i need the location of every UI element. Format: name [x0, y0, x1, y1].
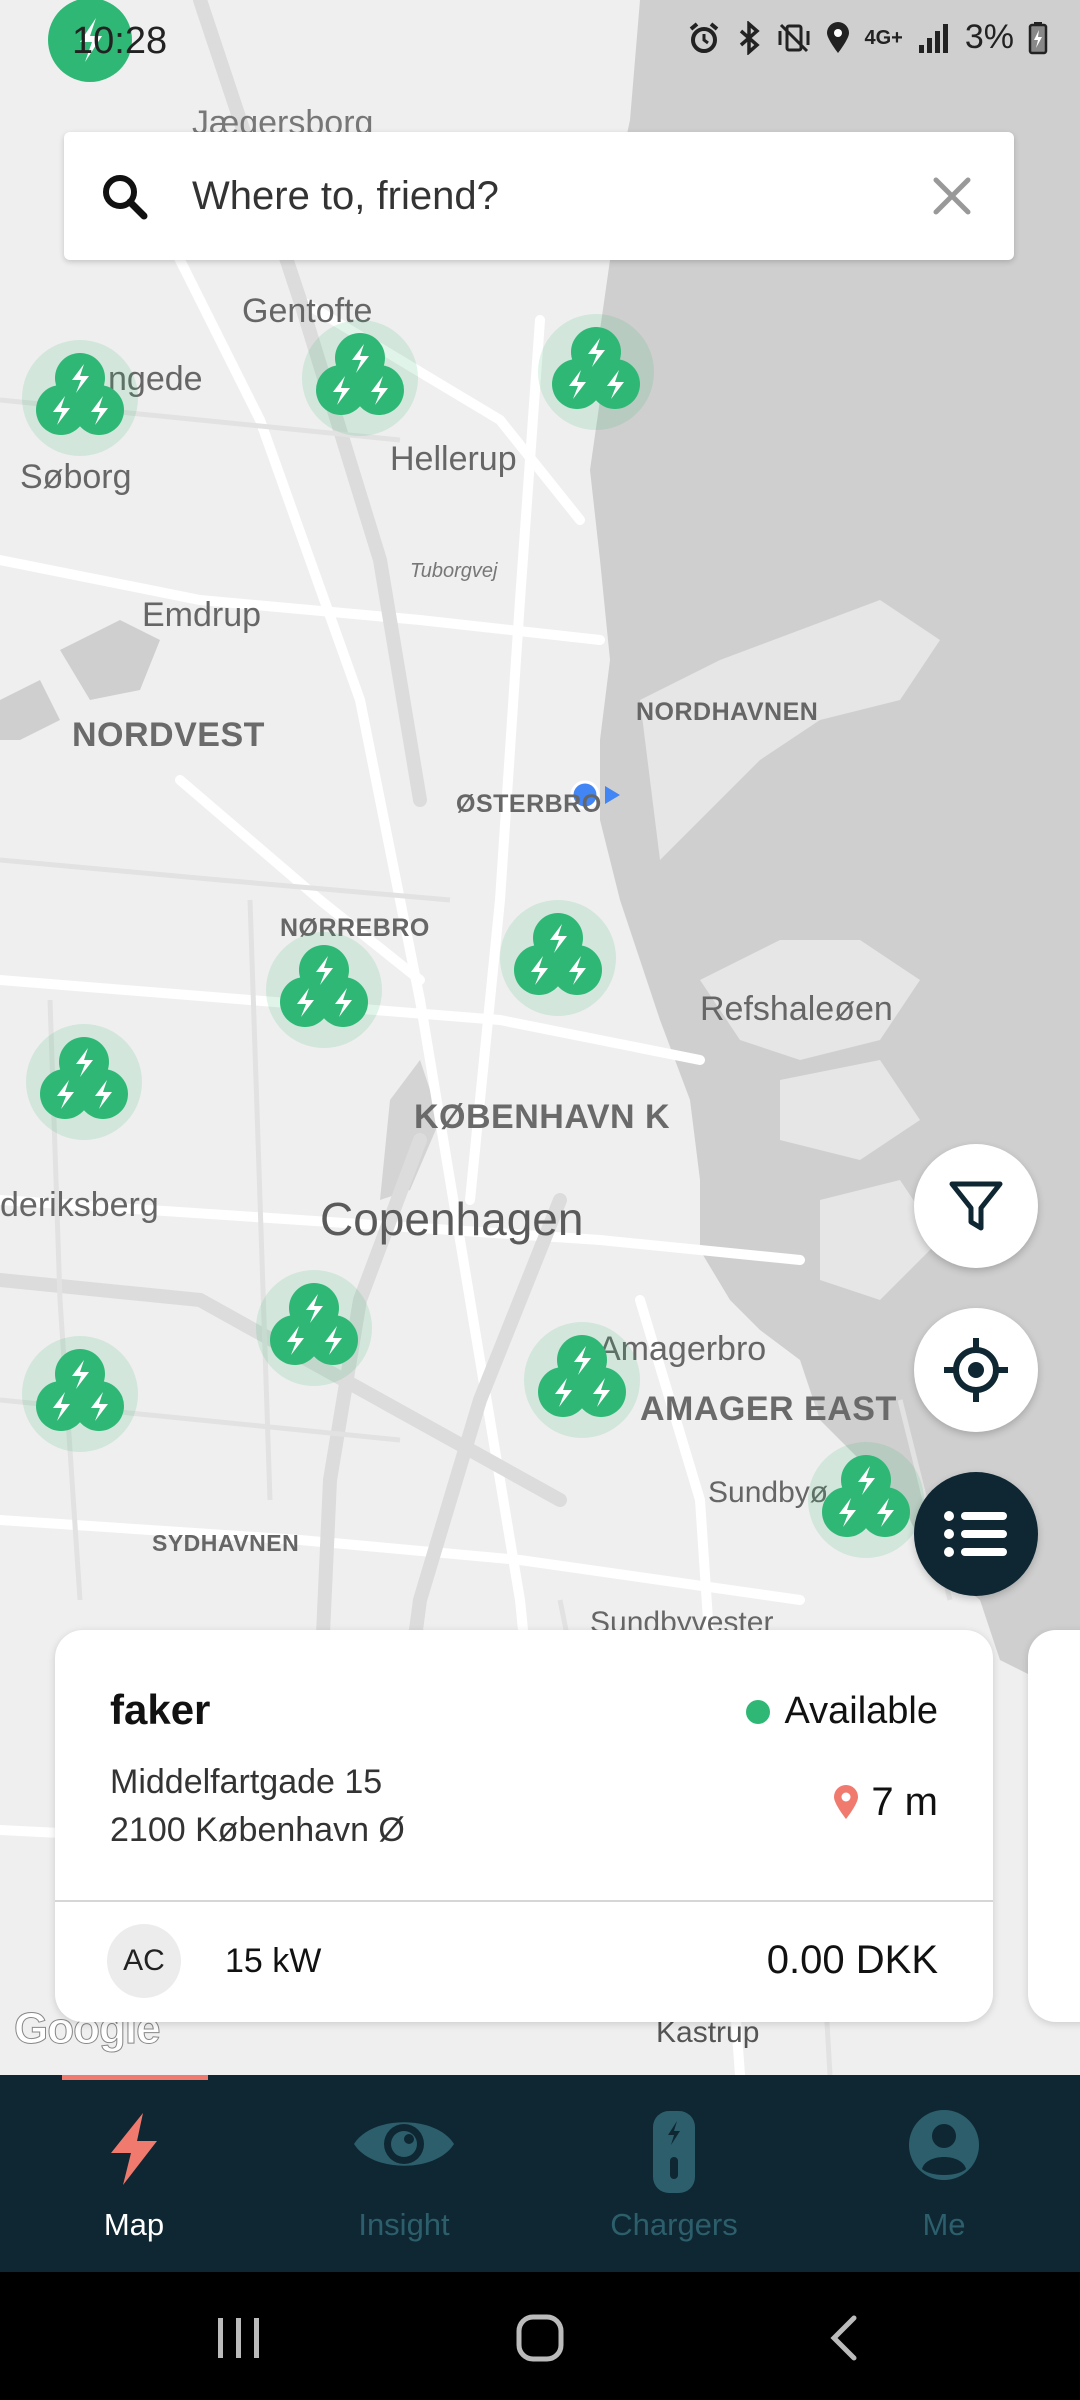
charger-cluster-icon: [500, 900, 616, 1016]
map-label-tuborgvej: Tuborgvej: [410, 560, 498, 582]
distance-value: 7 m: [871, 1780, 938, 1824]
tab-map-label: Map: [103, 2207, 165, 2242]
status-bar: 10:28 4G+ 3%: [0, 0, 1080, 88]
tab-insight[interactable]: Insight: [304, 2095, 504, 2265]
battery-charging-icon: [1028, 21, 1048, 54]
tab-map[interactable]: Map: [34, 2095, 234, 2265]
home-icon[interactable]: [516, 2314, 564, 2362]
tab-chargers-label: Chargers: [610, 2207, 738, 2242]
address-line-1: Middelfartgade 15: [110, 1763, 383, 1801]
station-address: Middelfartgade 15 2100 København Ø: [110, 1758, 405, 1854]
location-icon: [826, 21, 849, 53]
map-label-sydhavnen: SYDHAVNEN: [152, 1530, 300, 1556]
station-name: faker: [110, 1686, 211, 1733]
close-icon[interactable]: [932, 176, 972, 216]
list-view-button[interactable]: [914, 1472, 1038, 1596]
charger-cluster-marker[interactable]: [254, 1268, 384, 1398]
map-label-refshaleoen: Refshaleøen: [700, 990, 893, 1028]
charger-cluster-icon: [22, 1336, 138, 1452]
bolt-icon: [111, 2113, 157, 2185]
filter-button[interactable]: [914, 1144, 1038, 1268]
user-icon: [909, 2110, 979, 2180]
back-icon[interactable]: [826, 2314, 860, 2362]
tab-insight-label: Insight: [358, 2207, 450, 2242]
charger-cluster-icon: [538, 314, 654, 430]
charger-cluster-icon: [524, 1322, 640, 1438]
filter-icon: [949, 1181, 1003, 1231]
search-input[interactable]: Where to, friend?: [192, 174, 499, 219]
system-nav-bar: [0, 2272, 1080, 2400]
locate-button[interactable]: [914, 1308, 1038, 1432]
station-distance: 7 m: [833, 1780, 938, 1825]
bottom-nav: Map Insight Chargers Me: [0, 2075, 1080, 2272]
charger-cluster-icon: [302, 320, 418, 436]
map-label-nordhavnen: NORDHAVNEN: [636, 698, 819, 726]
charger-cluster-icon: [808, 1442, 924, 1558]
charger-cluster-marker[interactable]: [498, 898, 628, 1028]
search-icon: [103, 175, 148, 220]
tab-me-label: Me: [922, 2207, 966, 2242]
charger-cluster-icon: [22, 340, 138, 456]
map-label-frederiksberg: deriksberg: [0, 1186, 159, 1224]
crosshair-icon: [944, 1338, 1008, 1402]
recent-apps-icon[interactable]: [214, 2316, 264, 2360]
charger-cluster-marker[interactable]: [264, 930, 394, 1060]
map-label-amager-east: AMAGER EAST: [640, 1390, 897, 1428]
map-label-kobenhavn-k: KØBENHAVN K: [414, 1098, 671, 1136]
map-label-nordvest: NORDVEST: [72, 716, 265, 754]
location-pin-icon: [834, 1784, 859, 1819]
eye-icon: [354, 2122, 454, 2166]
charger-cluster-marker[interactable]: [300, 318, 430, 448]
charger-cluster-marker[interactable]: [536, 312, 666, 442]
battery-percent: 3%: [964, 18, 1014, 56]
charger-cluster-icon: [266, 932, 382, 1048]
charger-icon: [653, 2111, 695, 2193]
next-station-card[interactable]: [1028, 1630, 1080, 2022]
status-dot-icon: [746, 1699, 771, 1724]
charger-cluster-marker[interactable]: [20, 1334, 150, 1464]
charger-cluster-marker[interactable]: [24, 1022, 154, 1152]
active-tab-indicator: [62, 2075, 208, 2080]
alarm-icon: [689, 21, 718, 53]
map-label-emdrup: Emdrup: [142, 596, 262, 634]
status-icons: 4G+ 3%: [687, 18, 1049, 57]
connector-type-badge: AC: [107, 1924, 181, 1998]
map-label-copenhagen: Copenhagen: [320, 1193, 584, 1245]
network-type: 4G+: [864, 26, 903, 49]
charger-cluster-icon: [26, 1024, 142, 1140]
map-label-osterbro: ØSTERBRO: [456, 790, 602, 818]
tab-chargers[interactable]: Chargers: [574, 2095, 774, 2265]
vibrate-icon: [778, 23, 809, 52]
tab-me[interactable]: Me: [844, 2095, 1044, 2265]
charger-cluster-marker[interactable]: [522, 1320, 652, 1450]
card-divider: [55, 1900, 993, 1902]
status-label: Available: [784, 1690, 938, 1732]
price: 0.00 DKK: [766, 1938, 938, 1982]
charger-cluster-icon: [256, 1270, 372, 1386]
station-card[interactable]: faker Available Middelfartgade 15 2100 K…: [55, 1630, 993, 2022]
power-rating: 15 kW: [225, 1942, 322, 1980]
list-icon: [944, 1511, 1007, 1557]
signal-icon: [918, 23, 948, 53]
charger-cluster-marker[interactable]: [20, 338, 150, 468]
bluetooth-icon: [739, 20, 760, 55]
availability-status: Available: [746, 1690, 938, 1733]
search-bar[interactable]: Where to, friend?: [64, 132, 1014, 260]
address-line-2: 2100 København Ø: [110, 1811, 405, 1849]
status-time: 10:28: [72, 20, 168, 62]
